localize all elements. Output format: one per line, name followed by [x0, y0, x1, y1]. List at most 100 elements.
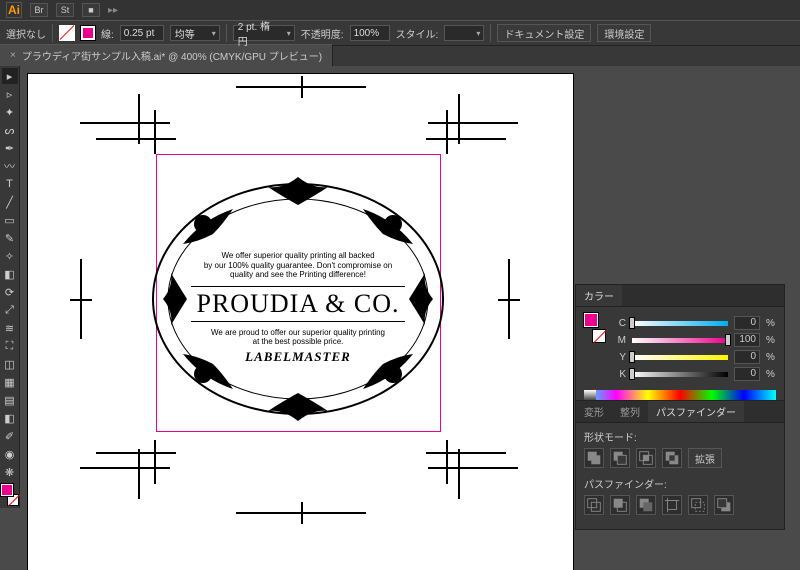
tab-align[interactable]: 整列	[612, 401, 648, 422]
intersect-button[interactable]	[636, 448, 656, 468]
opacity-label: 不透明度:	[301, 26, 344, 41]
shape-builder-tool[interactable]: ◫	[2, 356, 18, 372]
stock-tab[interactable]: St	[56, 3, 74, 17]
outline-button[interactable]	[688, 495, 708, 515]
style-select[interactable]	[444, 25, 484, 41]
panel-fill-stroke-swatches[interactable]	[584, 313, 606, 377]
document-title: プラウディア街サンプル入稿.ai* @ 400% (CMYK/GPU プレビュー…	[22, 48, 322, 63]
channel-value-input[interactable]: 0	[734, 350, 760, 364]
divider	[490, 24, 491, 42]
stroke-width-input[interactable]: 0.25 pt	[120, 25, 164, 41]
crop-mark-bl-inner	[96, 434, 186, 484]
selection-tool[interactable]: ▸	[2, 68, 18, 84]
percent-label: %	[766, 318, 776, 329]
free-transform-tool[interactable]: ⛶	[2, 338, 18, 354]
scale-tool[interactable]: ⤢	[2, 302, 18, 318]
blend-tool[interactable]: ◉	[2, 446, 18, 462]
trim-button[interactable]	[610, 495, 630, 515]
channel-value-input[interactable]: 100	[734, 333, 760, 347]
panel-tab-bar: カラー	[576, 285, 784, 307]
stroke-label: 線:	[101, 26, 114, 41]
color-channel-y: Y 0%	[612, 350, 776, 364]
channel-slider[interactable]	[632, 336, 728, 344]
label-artwork: We offer superior quality printing all b…	[143, 169, 453, 429]
ornament-frame-icon	[143, 169, 453, 429]
minus-back-button[interactable]	[714, 495, 734, 515]
tab-transform[interactable]: 変形	[576, 401, 612, 422]
channel-value-input[interactable]: 0	[734, 367, 760, 381]
expand-button[interactable]: 拡張	[688, 448, 722, 468]
color-channel-k: K0%	[612, 367, 776, 381]
selection-status: 選択なし	[6, 26, 46, 41]
fill-color-icon[interactable]	[1, 484, 13, 496]
pathfinders-label: パスファインダー:	[584, 476, 776, 491]
preferences-button[interactable]: 環境設定	[597, 24, 651, 42]
menubar: Ai Br St ■ ▸▸	[0, 0, 800, 20]
rectangle-tool[interactable]: ▭	[2, 212, 18, 228]
app-logo: Ai	[6, 2, 22, 18]
direct-selection-tool[interactable]: ▹	[2, 86, 18, 102]
channel-slider[interactable]	[632, 353, 728, 361]
exclude-button[interactable]	[662, 448, 682, 468]
workspace-arrows-icon[interactable]: ▸▸	[108, 5, 118, 16]
width-tool[interactable]: ≋	[2, 320, 18, 336]
opacity-input[interactable]: 100%	[350, 25, 390, 41]
symbol-sprayer-tool[interactable]: ❋	[2, 464, 18, 480]
shape-modes-label: 形状モード:	[584, 429, 776, 444]
channel-label: M	[612, 335, 626, 346]
document-tab-bar: × プラウディア街サンプル入稿.ai* @ 400% (CMYK/GPU プレビ…	[0, 46, 800, 66]
type-tool[interactable]: T	[2, 176, 18, 192]
merge-button[interactable]	[636, 495, 656, 515]
pen-tool[interactable]: ✒	[2, 140, 18, 156]
panel-tab-bar: 変形 整列 パスファインダー	[576, 401, 784, 423]
paintbrush-tool[interactable]: ✎	[2, 230, 18, 246]
brush-select[interactable]: 2 pt. 楕円	[233, 25, 295, 41]
bridge-tab[interactable]: Br	[30, 3, 48, 17]
panel-tab[interactable]: ■	[82, 3, 100, 17]
mesh-tool[interactable]: ▤	[2, 392, 18, 408]
crop-mark-br-inner	[416, 434, 506, 484]
channel-value-input[interactable]: 0	[734, 316, 760, 330]
line-tool[interactable]: ╱	[2, 194, 18, 210]
minus-front-button[interactable]	[610, 448, 630, 468]
style-label: スタイル:	[396, 26, 439, 41]
stroke-swatch[interactable]	[81, 26, 95, 40]
lasso-tool[interactable]: ᔕ	[2, 122, 18, 138]
channel-slider[interactable]	[632, 370, 728, 378]
color-channel-c: C 0%	[612, 316, 776, 330]
unite-button[interactable]	[584, 448, 604, 468]
percent-label: %	[766, 352, 776, 363]
document-setup-button[interactable]: ドキュメント設定	[497, 24, 591, 42]
control-bar: 選択なし 線: 0.25 pt 均等 2 pt. 楕円 不透明度: 100% ス…	[0, 20, 800, 46]
crop-button[interactable]	[662, 495, 682, 515]
color-channel-m: M 100%	[612, 333, 776, 347]
percent-label: %	[766, 369, 776, 380]
eraser-tool[interactable]: ◧	[2, 266, 18, 282]
tab-color[interactable]: カラー	[576, 285, 622, 306]
crop-mark-tl-inner	[96, 110, 186, 160]
close-tab-icon[interactable]: ×	[10, 50, 16, 61]
artboard: We offer superior quality printing all b…	[28, 74, 573, 570]
eyedropper-tool[interactable]: ✐	[2, 428, 18, 444]
rotate-tool[interactable]: ⟳	[2, 284, 18, 300]
divider	[52, 24, 53, 42]
document-tab[interactable]: × プラウディア街サンプル入稿.ai* @ 400% (CMYK/GPU プレビ…	[0, 44, 333, 66]
stroke-profile-select[interactable]: 均等	[170, 25, 220, 41]
fill-stroke-swatches[interactable]	[1, 484, 19, 506]
tab-pathfinder[interactable]: パスファインダー	[648, 401, 744, 422]
shaper-tool[interactable]: ✧	[2, 248, 18, 264]
magic-wand-tool[interactable]: ✦	[2, 104, 18, 120]
divide-button[interactable]	[584, 495, 604, 515]
percent-label: %	[766, 335, 776, 346]
channel-slider[interactable]	[632, 319, 728, 327]
crop-mark-tr-inner	[416, 110, 506, 160]
perspective-tool[interactable]: ▦	[2, 374, 18, 390]
channel-label: Y	[612, 352, 626, 363]
pathfinder-panel: 変形 整列 パスファインダー 形状モード: 拡張 パスファインダー:	[575, 400, 785, 530]
channel-label: C	[612, 318, 626, 329]
toolbox: ▸ ▹ ✦ ᔕ ✒ 〰 T ╱ ▭ ✎ ✧ ◧ ⟳ ⤢ ≋ ⛶ ◫ ▦ ▤ ◧ …	[0, 66, 20, 508]
color-panel: カラー C0%M100%Y0%K0%	[575, 284, 785, 411]
fill-swatch-none[interactable]	[59, 25, 75, 41]
gradient-tool[interactable]: ◧	[2, 410, 18, 426]
curvature-tool[interactable]: 〰	[2, 158, 18, 174]
